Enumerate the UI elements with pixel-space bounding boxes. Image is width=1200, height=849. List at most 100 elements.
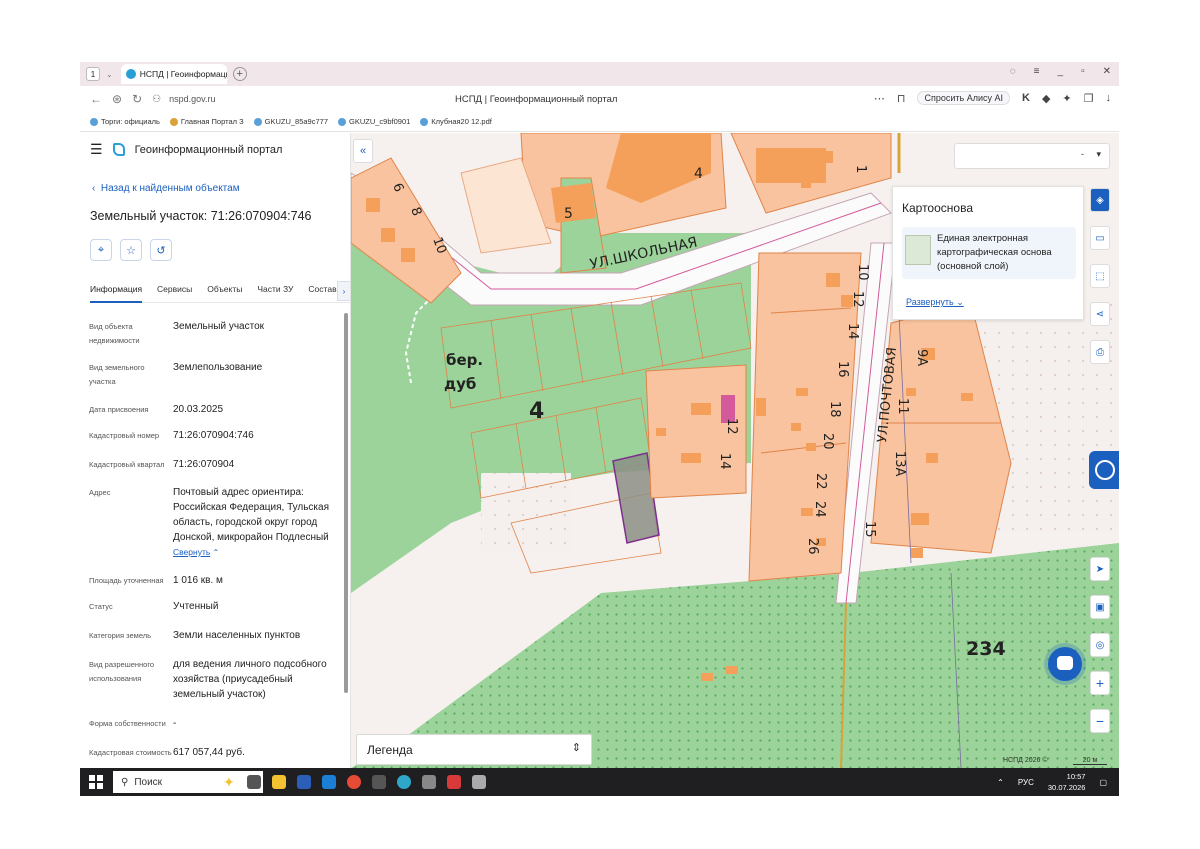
yandex-shield-icon[interactable]: ⊛ [112, 92, 122, 106]
history-button[interactable]: ↺ [150, 239, 172, 261]
tab-parts[interactable]: Части ЗУ [257, 281, 293, 303]
chat-bubble-icon[interactable] [1048, 647, 1082, 681]
extension-k-icon[interactable]: K [1022, 92, 1030, 104]
layer-thumbnail-icon [905, 235, 931, 265]
tabs-scroll-right-icon[interactable]: › [337, 281, 350, 301]
menu-icon[interactable]: ≡ [1034, 66, 1040, 77]
attribute-row: Форма собственности - [89, 716, 341, 731]
geolocation-tool-button[interactable]: ◎ [1090, 633, 1110, 657]
share-tool-button[interactable]: ⋖ [1090, 302, 1110, 326]
expand-link[interactable]: Развернуть ⌄ [906, 297, 964, 308]
assistant-side-icon[interactable] [1089, 451, 1119, 489]
select-area-tool-button[interactable]: ⬚ [1090, 264, 1110, 288]
panel-header: ☰ Геоинформационный портал [90, 141, 282, 158]
tab-services[interactable]: Сервисы [157, 281, 192, 303]
panel-scrollbar[interactable] [344, 313, 348, 693]
minimap-tool-button[interactable]: ▣ [1090, 595, 1110, 619]
layer-name: Единая электронная картографическая осно… [937, 233, 1052, 272]
chevron-down-icon[interactable]: ⌄ [106, 70, 113, 79]
forest-label: бер. [446, 351, 483, 369]
language-indicator[interactable]: РУС [1018, 778, 1034, 787]
site-info-icon[interactable]: ⚇ [152, 94, 161, 105]
yandex-browser-icon[interactable] [346, 775, 361, 789]
bookmark-item[interactable]: GKUZU_85a9c777 [253, 117, 328, 126]
chevron-up-icon[interactable]: ⌃ [997, 778, 1004, 787]
new-tab-button[interactable]: + [232, 67, 247, 81]
bookmark-item[interactable]: Торги: официаль [90, 117, 160, 126]
tab-objects[interactable]: Объекты [207, 281, 242, 303]
navigation-tool-button[interactable]: ➤ [1090, 557, 1110, 581]
map-search-select[interactable]: - ▾ [954, 143, 1110, 169]
attribute-value: Учтенный [173, 601, 219, 612]
app-icon[interactable] [421, 775, 436, 789]
building [796, 388, 808, 396]
edge-legacy-icon[interactable] [321, 775, 336, 789]
notifications-icon[interactable]: ▢ [1099, 778, 1107, 787]
house-number-label: 9А [914, 349, 929, 366]
back-to-results-link[interactable]: ‹ Назад к найденным объектам [92, 183, 240, 194]
attribute-row: Кадастровая стоимость 617 057,44 руб. [89, 745, 341, 760]
close-window-button[interactable]: ✕ [1103, 66, 1111, 77]
house-number-label: 16 [835, 361, 850, 378]
file-explorer-icon[interactable] [271, 775, 286, 789]
zoom-out-button[interactable]: − [1090, 709, 1110, 733]
clock[interactable]: 10:57 30.07.2026 [1048, 771, 1086, 793]
more-icon[interactable]: ⋯ [874, 92, 885, 105]
sparkle-icon[interactable]: ✦ [223, 774, 235, 791]
attribute-key: Кадастровый номер [89, 431, 160, 440]
app-icon[interactable] [471, 775, 486, 789]
hamburger-menu-icon[interactable]: ☰ [90, 141, 103, 158]
download-icon[interactable]: ↓ [1106, 92, 1112, 104]
bookmark-item[interactable]: Главная Портал З [169, 117, 244, 126]
quarter-number-label: 234 [966, 638, 1006, 660]
building [701, 673, 713, 681]
url-text[interactable]: nspd.gov.ru [169, 94, 215, 104]
restore-button[interactable]: ▫ [1081, 66, 1085, 77]
edge-icon[interactable] [396, 775, 411, 789]
windows-start-icon[interactable] [89, 775, 103, 789]
legend-panel[interactable]: Легенда ⇕ [356, 734, 592, 765]
basemap-layer-item[interactable]: Единая электронная картографическая осно… [902, 227, 1076, 279]
info-panel: ☰ Геоинформационный портал ‹ Назад к най… [80, 133, 351, 768]
minimize-button[interactable]: _ [1058, 66, 1064, 77]
task-view-icon[interactable] [246, 775, 261, 789]
bookmark-icon [253, 117, 262, 126]
taskbar-search[interactable]: ⚲ Поиск [113, 771, 263, 793]
sort-arrows-icon[interactable]: ⇕ [572, 741, 581, 754]
shield-icon[interactable]: ◆ [1042, 92, 1050, 105]
house-number-label: 26 [805, 538, 820, 555]
print-tool-button[interactable]: ⎙ [1090, 340, 1110, 364]
back-arrow-icon[interactable]: ← [90, 92, 102, 106]
collapse-link[interactable]: Свернуть [173, 547, 210, 557]
attribute-row: Вид объекта недвижимости Земельный участ… [89, 319, 341, 348]
puzzle-icon[interactable]: ✦ [1062, 92, 1071, 105]
reload-icon[interactable]: ↻ [132, 92, 142, 106]
map-view[interactable]: УЛ.ШКОЛЬНАЯ УЛ.ПОЧТОВАЯ бер. дуб 4 234 5… [351, 133, 1119, 768]
building [681, 453, 701, 463]
bookmark-icon[interactable]: ⊓ [897, 92, 906, 105]
tab-counter[interactable]: 1 [86, 67, 100, 81]
layers-tool-button[interactable]: ◈ [1090, 188, 1110, 212]
bookmark-item[interactable]: GKUZU_c9bf0901 [338, 117, 410, 126]
word-icon[interactable] [296, 775, 311, 789]
locate-on-map-button[interactable]: ⌖ [90, 239, 112, 261]
bookmark-item[interactable]: Клубная20 12.pdf [420, 117, 492, 126]
pdf-reader-icon[interactable] [446, 775, 461, 789]
attribute-value: 1 016 кв. м [173, 575, 223, 586]
profile-icon[interactable]: ◌ [1010, 66, 1016, 77]
collections-icon[interactable]: ❐ [1084, 92, 1094, 105]
building [821, 151, 833, 163]
collapse-panel-button[interactable]: « [353, 139, 373, 163]
measure-tool-button[interactable]: ▭ [1090, 226, 1110, 250]
attribute-key: Вид земельного участка [89, 363, 145, 386]
favorite-star-button[interactable]: ☆ [120, 239, 142, 261]
calculator-icon[interactable] [371, 775, 386, 789]
ask-alisa-button[interactable]: Спросить Алису AI [917, 91, 1010, 105]
attribute-value: Земли населенных пунктов [173, 630, 301, 641]
house-number-label: 24 [812, 501, 827, 518]
tab-composition[interactable]: Состав [308, 281, 336, 303]
zoom-in-button[interactable]: + [1090, 671, 1110, 695]
browser-tab[interactable]: НСПД | Геоинформацио × [120, 64, 227, 84]
portal-title[interactable]: Геоинформационный портал [135, 144, 283, 156]
tab-information[interactable]: Информация [90, 281, 143, 303]
